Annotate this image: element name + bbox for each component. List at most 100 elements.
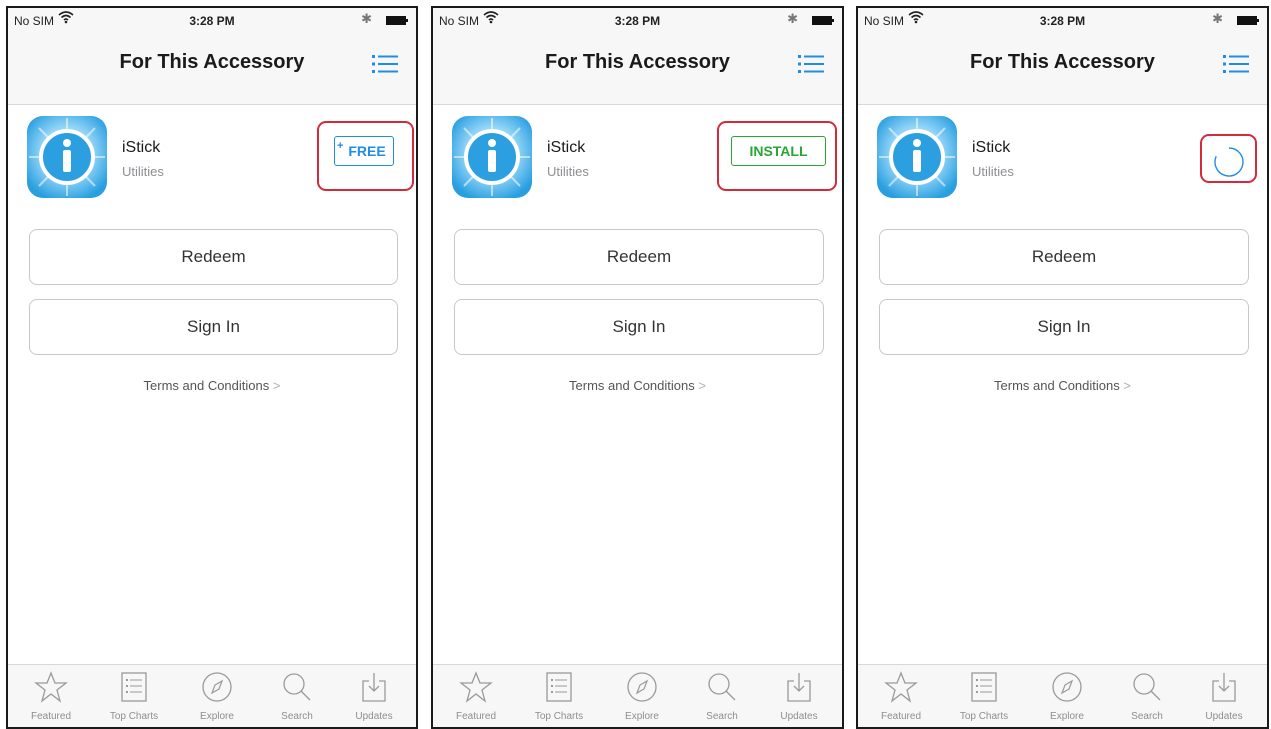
tab-updates[interactable]: Updates (341, 671, 407, 722)
star-icon (459, 671, 493, 703)
tab-search[interactable]: Search (1114, 671, 1180, 722)
terms-label: Terms and Conditions (569, 378, 695, 393)
tab-featured[interactable]: Featured (18, 671, 84, 722)
free-button[interactable]: + FREE (334, 136, 394, 166)
page-title: For This Accessory (119, 51, 305, 73)
tab-label: Top Charts (109, 711, 159, 722)
tab-label: Search (1131, 711, 1163, 722)
search-icon (708, 673, 736, 701)
phone-screen-install: No SIM 3:28 PM ✱ For This Accessory iSti… (431, 6, 844, 729)
bluetooth-icon: ✱ (361, 11, 372, 26)
tab-label: Search (706, 711, 738, 722)
tab-label: Explore (625, 711, 659, 722)
tab-label: Featured (455, 711, 497, 722)
tab-label: Updates (355, 711, 393, 722)
app-category: Utilities (122, 164, 164, 179)
chevron-right-icon: > (272, 378, 281, 393)
terms-label: Terms and Conditions (994, 378, 1120, 393)
navigation-bar: For This Accessory (8, 34, 416, 105)
tab-explore[interactable]: Explore (609, 671, 675, 722)
status-time: 3:28 PM (614, 14, 661, 28)
phone-screen-downloading: No SIM 3:28 PM ✱ For This Accessory iSti… (856, 6, 1269, 729)
tab-label: Featured (880, 711, 922, 722)
tab-featured[interactable]: Featured (868, 671, 934, 722)
list-icon[interactable] (372, 54, 398, 79)
compass-icon (1052, 672, 1082, 702)
tab-search[interactable]: Search (264, 671, 330, 722)
highlight-box: + FREE (317, 121, 414, 191)
phone-screen-free: No SIM 3:28 PM ✱ For This Accessory iSti… (6, 6, 418, 729)
sign-in-button[interactable]: Sign In (879, 299, 1249, 355)
updates-icon (1212, 673, 1236, 702)
updates-icon (787, 673, 811, 702)
app-name: iStick (972, 139, 1011, 156)
tab-explore[interactable]: Explore (1034, 671, 1100, 722)
sign-in-button[interactable]: Sign In (29, 299, 398, 355)
compass-icon (627, 672, 657, 702)
plus-icon: + (337, 140, 344, 152)
search-icon (1133, 673, 1161, 701)
compass-icon (202, 672, 232, 702)
sign-in-button[interactable]: Sign In (454, 299, 824, 355)
terms-label: Terms and Conditions (143, 378, 270, 393)
tab-updates[interactable]: Updates (1191, 671, 1257, 722)
top-charts-icon (971, 672, 997, 702)
page-title: For This Accessory (545, 51, 730, 73)
status-bar: No SIM 3:28 PM ✱ (8, 8, 416, 34)
install-button[interactable]: INSTALL (731, 136, 826, 166)
star-icon (34, 671, 68, 703)
bluetooth-icon: ✱ (787, 11, 798, 26)
highlight-box: INSTALL (717, 121, 837, 191)
search-icon (283, 673, 311, 701)
highlight-box (1200, 134, 1257, 183)
tab-bar: Featured Top Charts Explore Search Updat… (858, 664, 1267, 727)
chevron-right-icon: > (698, 378, 706, 393)
tab-featured[interactable]: Featured (443, 671, 509, 722)
progress-spinner-icon[interactable] (1213, 146, 1245, 178)
free-button-label: FREE (348, 143, 386, 159)
tab-top-charts[interactable]: Top Charts (101, 671, 167, 722)
status-time: 3:28 PM (1039, 14, 1086, 28)
list-icon[interactable] (1223, 54, 1249, 79)
terms-link[interactable]: Terms and Conditions > (433, 378, 842, 393)
tab-bar: Featured Top Charts Explore Search Updat… (433, 664, 842, 727)
app-category: Utilities (547, 164, 589, 179)
app-category: Utilities (972, 164, 1014, 179)
tab-bar: Featured Top Charts Explore Search Updat… (8, 664, 416, 727)
app-icon (452, 116, 532, 198)
redeem-button[interactable]: Redeem (454, 229, 824, 285)
status-bar: No SIM 3:28 PM ✱ (433, 8, 842, 34)
navigation-bar: For This Accessory (858, 34, 1267, 105)
tab-label: Explore (200, 711, 234, 722)
app-name: iStick (122, 139, 161, 156)
tab-label: Explore (1050, 711, 1084, 722)
updates-icon (362, 673, 386, 702)
tab-label: Updates (1205, 711, 1243, 722)
battery-icon (386, 16, 408, 25)
top-charts-icon (546, 672, 572, 702)
tab-label: Updates (780, 711, 818, 722)
top-charts-icon (121, 672, 147, 702)
tab-label: Top Charts (534, 711, 584, 722)
status-bar: No SIM 3:28 PM ✱ (858, 8, 1267, 34)
tab-label: Featured (30, 711, 72, 722)
app-name: iStick (547, 139, 586, 156)
terms-link[interactable]: Terms and Conditions > (858, 378, 1267, 393)
tab-top-charts[interactable]: Top Charts (951, 671, 1017, 722)
tab-top-charts[interactable]: Top Charts (526, 671, 592, 722)
terms-link[interactable]: Terms and Conditions > (8, 378, 416, 393)
battery-icon (812, 16, 834, 25)
list-icon[interactable] (798, 54, 824, 79)
tab-search[interactable]: Search (689, 671, 755, 722)
redeem-button[interactable]: Redeem (879, 229, 1249, 285)
status-time: 3:28 PM (189, 14, 235, 28)
tab-label: Search (281, 711, 313, 722)
star-icon (884, 671, 918, 703)
battery-icon (1237, 16, 1259, 25)
tab-explore[interactable]: Explore (184, 671, 250, 722)
tab-updates[interactable]: Updates (766, 671, 832, 722)
app-icon (877, 116, 957, 198)
redeem-button[interactable]: Redeem (29, 229, 398, 285)
bluetooth-icon: ✱ (1212, 11, 1223, 26)
tab-label: Top Charts (959, 711, 1009, 722)
